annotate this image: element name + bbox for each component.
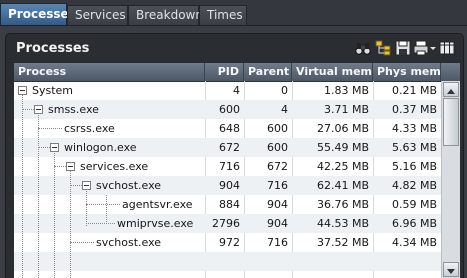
table-row[interactable] [14, 252, 441, 271]
column-header-process[interactable]: Process [14, 63, 205, 81]
virtual-mem-cell: 27.06 MB [316, 122, 369, 135]
tree-line [38, 128, 62, 129]
binoculars-icon[interactable] [355, 40, 371, 56]
collapse-toggle-svchost[interactable] [82, 181, 91, 190]
process-name: agentsvr.exe [122, 198, 193, 211]
phys-mem-cell: 5.16 MB [391, 160, 437, 173]
parent-cell: 904 [267, 198, 288, 211]
tab-services[interactable]: Services [67, 5, 128, 25]
phys-mem-cell: 0.21 MB [391, 84, 437, 97]
table-row[interactable]: csrss.exe 648 600 27.06 MB 4.33 MB [14, 119, 441, 138]
virtual-mem-cell: 3.71 MB [323, 103, 369, 116]
phys-mem-cell: 6.96 MB [391, 217, 437, 230]
collapse-toggle-system[interactable] [18, 86, 27, 95]
parent-cell: 672 [267, 160, 288, 173]
process-name: smss.exe [48, 103, 99, 116]
tab-bar-divider [0, 25, 467, 26]
hierarchy-icon[interactable] [375, 40, 391, 56]
tree-line [86, 189, 87, 226]
virtual-mem-cell: 62.41 MB [316, 179, 369, 192]
process-name: wmiprvse.exe [117, 217, 194, 230]
pid-cell: 4 [233, 84, 240, 97]
process-name: svchost.exe [96, 236, 162, 249]
parent-cell: 716 [267, 179, 288, 192]
tree-line [38, 113, 39, 278]
parent-cell: 600 [267, 141, 288, 154]
virtual-mem-cell: 55.49 MB [316, 141, 369, 154]
scroll-up-button[interactable] [443, 82, 459, 97]
phys-mem-cell: 0.59 MB [391, 198, 437, 211]
table-row[interactable]: wmiprvse.exe 2796 904 44.53 MB 6.96 MB [14, 214, 441, 233]
column-header-parent[interactable]: Parent [244, 63, 292, 81]
table-header: Process PID Parent Virtual mem Phys mem [14, 63, 460, 82]
panel-toolbar [355, 40, 455, 58]
tab-times[interactable]: Times [199, 5, 247, 25]
tree-line [54, 151, 55, 278]
table-row[interactable]: smss.exe 600 4 3.71 MB 0.37 MB [14, 100, 441, 119]
pid-cell: 904 [219, 179, 240, 192]
tab-breakdown[interactable]: Breakdown [128, 5, 203, 25]
pid-cell: 716 [219, 160, 240, 173]
table-row[interactable]: agentsvr.exe 884 904 36.76 MB 0.59 MB [14, 195, 441, 214]
virtual-mem-cell: 42.25 MB [316, 160, 369, 173]
process-name: System [32, 84, 74, 97]
table-row[interactable]: winlogon.exe 672 600 55.49 MB 5.63 MB [14, 138, 441, 157]
phys-mem-cell: 4.82 MB [391, 179, 437, 192]
column-header-phys-mem[interactable]: Phys mem [373, 63, 441, 81]
columns-icon[interactable] [439, 40, 455, 56]
phys-mem-cell: 5.63 MB [391, 141, 437, 154]
parent-cell: 904 [267, 217, 288, 230]
vertical-scrollbar[interactable] [441, 81, 460, 278]
process-name: winlogon.exe [64, 141, 137, 154]
table-row[interactable]: services.exe 716 672 42.25 MB 5.16 MB [14, 157, 441, 176]
pid-cell: 972 [219, 236, 240, 249]
arrow-down-icon [447, 269, 455, 274]
pid-cell: 884 [219, 198, 240, 211]
tree-line [22, 95, 23, 278]
virtual-mem-cell: 44.53 MB [316, 217, 369, 230]
save-icon[interactable] [395, 40, 411, 56]
print-icon[interactable] [413, 40, 429, 56]
arrow-up-icon [447, 89, 455, 94]
collapse-toggle-winlogon[interactable] [50, 143, 59, 152]
tree-line [70, 242, 94, 243]
process-table: Process PID Parent Virtual mem Phys mem … [14, 63, 460, 278]
pid-cell: 648 [219, 122, 240, 135]
virtual-mem-cell: 1.83 MB [323, 84, 369, 97]
parent-cell: 0 [281, 84, 288, 97]
dropdown-arrow-icon[interactable] [429, 40, 437, 56]
processes-panel: Processes Process PID Parent Virtual mem… [5, 33, 464, 278]
collapse-toggle-smss[interactable] [34, 105, 43, 114]
table-row[interactable]: System 4 0 1.83 MB 0.21 MB [14, 81, 441, 100]
phys-mem-cell: 4.33 MB [391, 122, 437, 135]
tab-processes[interactable]: Processes [0, 3, 76, 26]
parent-cell: 600 [267, 122, 288, 135]
process-name: services.exe [80, 160, 149, 173]
virtual-mem-cell: 36.76 MB [316, 198, 369, 211]
tree-line [86, 223, 115, 224]
panel-title: Processes [16, 41, 90, 56]
scrollbar-thumb[interactable] [443, 98, 459, 146]
pid-cell: 672 [219, 141, 240, 154]
process-name: svchost.exe [96, 179, 162, 192]
scroll-down-button[interactable] [443, 262, 459, 277]
virtual-mem-cell: 37.52 MB [316, 236, 369, 249]
parent-cell: 716 [267, 236, 288, 249]
phys-mem-cell: 0.37 MB [391, 103, 437, 116]
column-header-pid[interactable]: PID [205, 63, 244, 81]
pid-cell: 2796 [212, 217, 240, 230]
tree-line [86, 204, 120, 205]
tab-bar: Processes Services Breakdown Times [0, 0, 467, 26]
tree-line [70, 170, 71, 278]
collapse-toggle-services[interactable] [66, 162, 75, 171]
column-header-virtual-mem[interactable]: Virtual mem [292, 63, 373, 81]
header-corner [441, 63, 460, 81]
tree-line [106, 195, 107, 224]
phys-mem-cell: 4.34 MB [391, 236, 437, 249]
pid-cell: 600 [219, 103, 240, 116]
parent-cell: 4 [281, 103, 288, 116]
process-name: csrss.exe [64, 122, 115, 135]
